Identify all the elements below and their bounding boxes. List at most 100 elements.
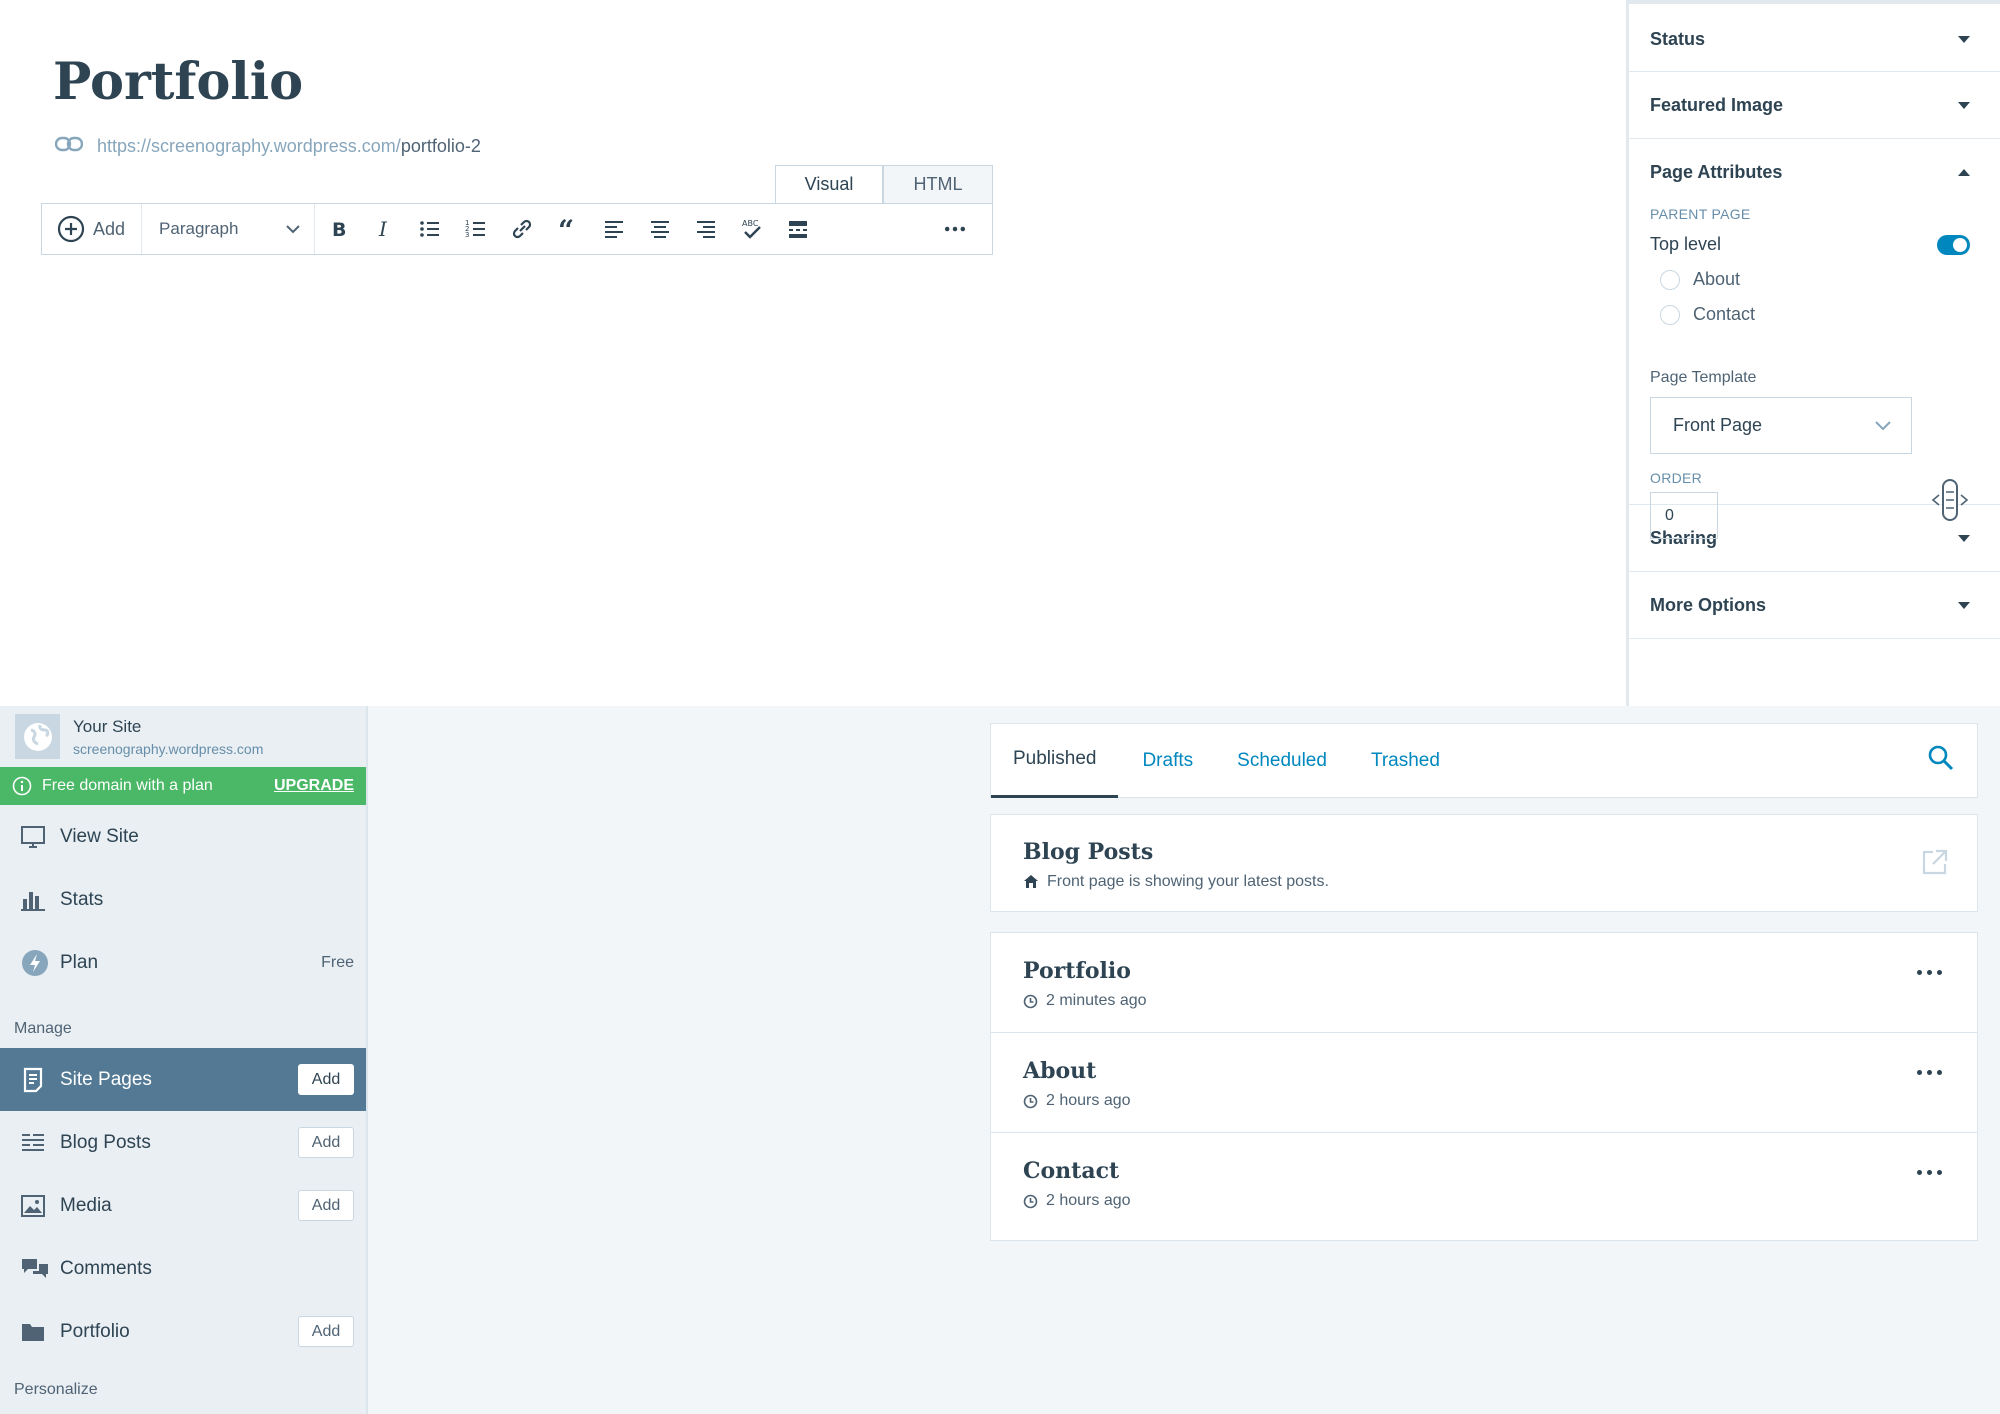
add-media-button[interactable]: Add <box>42 204 143 254</box>
site-card[interactable]: Your Site screenography.wordpress.com <box>0 706 366 767</box>
caret-down-icon <box>1958 534 1970 542</box>
italic-button[interactable]: I <box>361 204 407 254</box>
caret-down-icon <box>1958 601 1970 609</box>
upgrade-link[interactable]: UPGRADE <box>274 777 354 795</box>
link-button[interactable] <box>499 204 545 254</box>
add-post-button[interactable]: Add <box>298 1127 354 1158</box>
align-left-button[interactable] <box>591 204 637 254</box>
status-section-toggle[interactable]: Status <box>1629 0 2000 72</box>
bold-button[interactable]: B <box>315 204 361 254</box>
parent-option-about[interactable]: About <box>1660 269 1970 290</box>
front-page-card[interactable]: Blog Posts Front page is showing your la… <box>990 814 1978 912</box>
add-media-nav-button[interactable]: Add <box>298 1190 354 1221</box>
spellcheck-icon: ABC <box>742 219 761 239</box>
quote-icon: “ <box>558 216 574 242</box>
page-attributes-toggle[interactable]: Page Attributes <box>1650 139 1970 206</box>
more-tools-button[interactable] <box>932 204 978 254</box>
tab-trashed[interactable]: Trashed <box>1371 723 1440 798</box>
radio-button[interactable] <box>1660 304 1680 325</box>
page-name[interactable]: Contact <box>1023 1158 1977 1184</box>
format-select[interactable]: Paragraph <box>142 204 316 254</box>
left-navigation: Your Site screenography.wordpress.com Fr… <box>0 706 368 1414</box>
link-icon <box>54 136 84 157</box>
nav-view-site[interactable]: View Site <box>0 805 366 868</box>
svg-text:ABC: ABC <box>742 219 759 228</box>
nav-portfolio[interactable]: Portfolio Add <box>0 1300 366 1363</box>
page-name[interactable]: Portfolio <box>1023 958 1977 984</box>
parent-page-label: PARENT PAGE <box>1650 206 1751 222</box>
page-actions-ellipsis-icon[interactable] <box>1917 970 1942 975</box>
page-title[interactable]: Portfolio <box>53 52 303 112</box>
page-editor: Portfolio https://screenography.wordpres… <box>0 0 1626 706</box>
parent-option-label: Contact <box>1693 304 1756 324</box>
list-item[interactable]: Contact 2 hours ago <box>991 1133 1977 1233</box>
nav-comments[interactable]: Comments <box>0 1237 366 1300</box>
nav-label: Comments <box>60 1257 152 1279</box>
page-attributes-label: Page Attributes <box>1650 162 1783 182</box>
nav-plan[interactable]: Plan Free <box>0 931 366 994</box>
nav-label: Portfolio <box>60 1320 130 1342</box>
chevron-down-icon <box>286 224 300 233</box>
align-center-button[interactable] <box>637 204 683 254</box>
nav-stats[interactable]: Stats <box>0 868 366 931</box>
order-input[interactable]: 0 <box>1650 492 1718 539</box>
drag-handle-icon[interactable] <box>1930 478 1970 527</box>
spellcheck-button[interactable]: ABC <box>729 204 775 254</box>
permalink-slug: portfolio-2 <box>400 136 481 156</box>
tab-html[interactable]: HTML <box>883 165 993 203</box>
blockquote-button[interactable]: “ <box>545 204 591 254</box>
search-icon[interactable] <box>1927 744 1955 777</box>
featured-image-section-toggle[interactable]: Featured Image <box>1629 72 2000 139</box>
more-options-section-toggle[interactable]: More Options <box>1629 572 2000 639</box>
page-meta: 2 minutes ago <box>1023 992 1977 1010</box>
globe-icon <box>23 722 52 751</box>
tab-visual[interactable]: Visual <box>775 165 883 203</box>
top-level-label: Top level <box>1650 234 1722 254</box>
site-info: Your Site screenography.wordpress.com <box>73 717 263 757</box>
nav-blog-posts[interactable]: Blog Posts Add <box>0 1111 366 1174</box>
list-item[interactable]: Portfolio 2 minutes ago <box>991 933 1977 1033</box>
free-domain-banner[interactable]: Free domain with a plan UPGRADE <box>0 767 366 805</box>
add-portfolio-button[interactable]: Add <box>298 1316 354 1347</box>
tab-drafts[interactable]: Drafts <box>1142 723 1193 798</box>
list-item[interactable]: About 2 hours ago <box>991 1033 1977 1133</box>
page-actions-ellipsis-icon[interactable] <box>1917 1170 1942 1175</box>
nav-media[interactable]: Media Add <box>0 1174 366 1237</box>
top-level-row: Top level <box>1650 234 1970 255</box>
comments-icon <box>22 1258 48 1278</box>
radio-button[interactable] <box>1660 269 1680 290</box>
align-right-button[interactable] <box>683 204 729 254</box>
front-page-name[interactable]: Blog Posts <box>1023 839 1977 865</box>
site-name: Your Site <box>73 716 142 736</box>
nav-site-pages[interactable]: Site Pages Add <box>0 1048 366 1111</box>
editor-sidebar: Status Featured Image Page Attributes PA… <box>1626 0 2000 706</box>
tab-scheduled[interactable]: Scheduled <box>1237 723 1327 798</box>
svg-text:I: I <box>378 217 388 241</box>
svg-text:“: “ <box>558 216 574 242</box>
tab-published[interactable]: Published <box>991 723 1119 798</box>
page-time: 2 hours ago <box>1046 1092 1131 1109</box>
page-time: 2 hours ago <box>1046 1192 1131 1209</box>
clock-icon <box>1023 994 1038 1008</box>
read-more-button[interactable] <box>775 204 821 254</box>
page-time: 2 minutes ago <box>1046 992 1147 1009</box>
permalink: https://screenography.wordpress.com/port… <box>54 136 481 157</box>
italic-icon: I <box>378 217 388 241</box>
site-url: screenography.wordpress.com <box>73 740 264 757</box>
numbered-list-button[interactable]: 123 <box>453 204 499 254</box>
parent-option-contact[interactable]: Contact <box>1660 304 1970 325</box>
personalize-heading: Personalize <box>14 1381 98 1398</box>
parent-option-label: About <box>1693 269 1741 289</box>
editor-mode-tabs: Visual HTML <box>775 165 993 203</box>
add-page-button[interactable]: Add <box>298 1064 354 1095</box>
page-template-value: Front Page <box>1673 415 1763 435</box>
top-level-toggle[interactable] <box>1937 234 1970 255</box>
promo-text: Free domain with a plan <box>42 777 213 794</box>
posts-icon <box>22 1133 44 1151</box>
permalink-url[interactable]: https://screenography.wordpress.com/port… <box>97 136 481 157</box>
page-name[interactable]: About <box>1023 1058 1977 1084</box>
external-link-icon[interactable] <box>1921 848 1949 881</box>
page-template-select[interactable]: Front Page <box>1650 397 1912 454</box>
page-actions-ellipsis-icon[interactable] <box>1917 1070 1942 1075</box>
bullet-list-button[interactable] <box>407 204 453 254</box>
